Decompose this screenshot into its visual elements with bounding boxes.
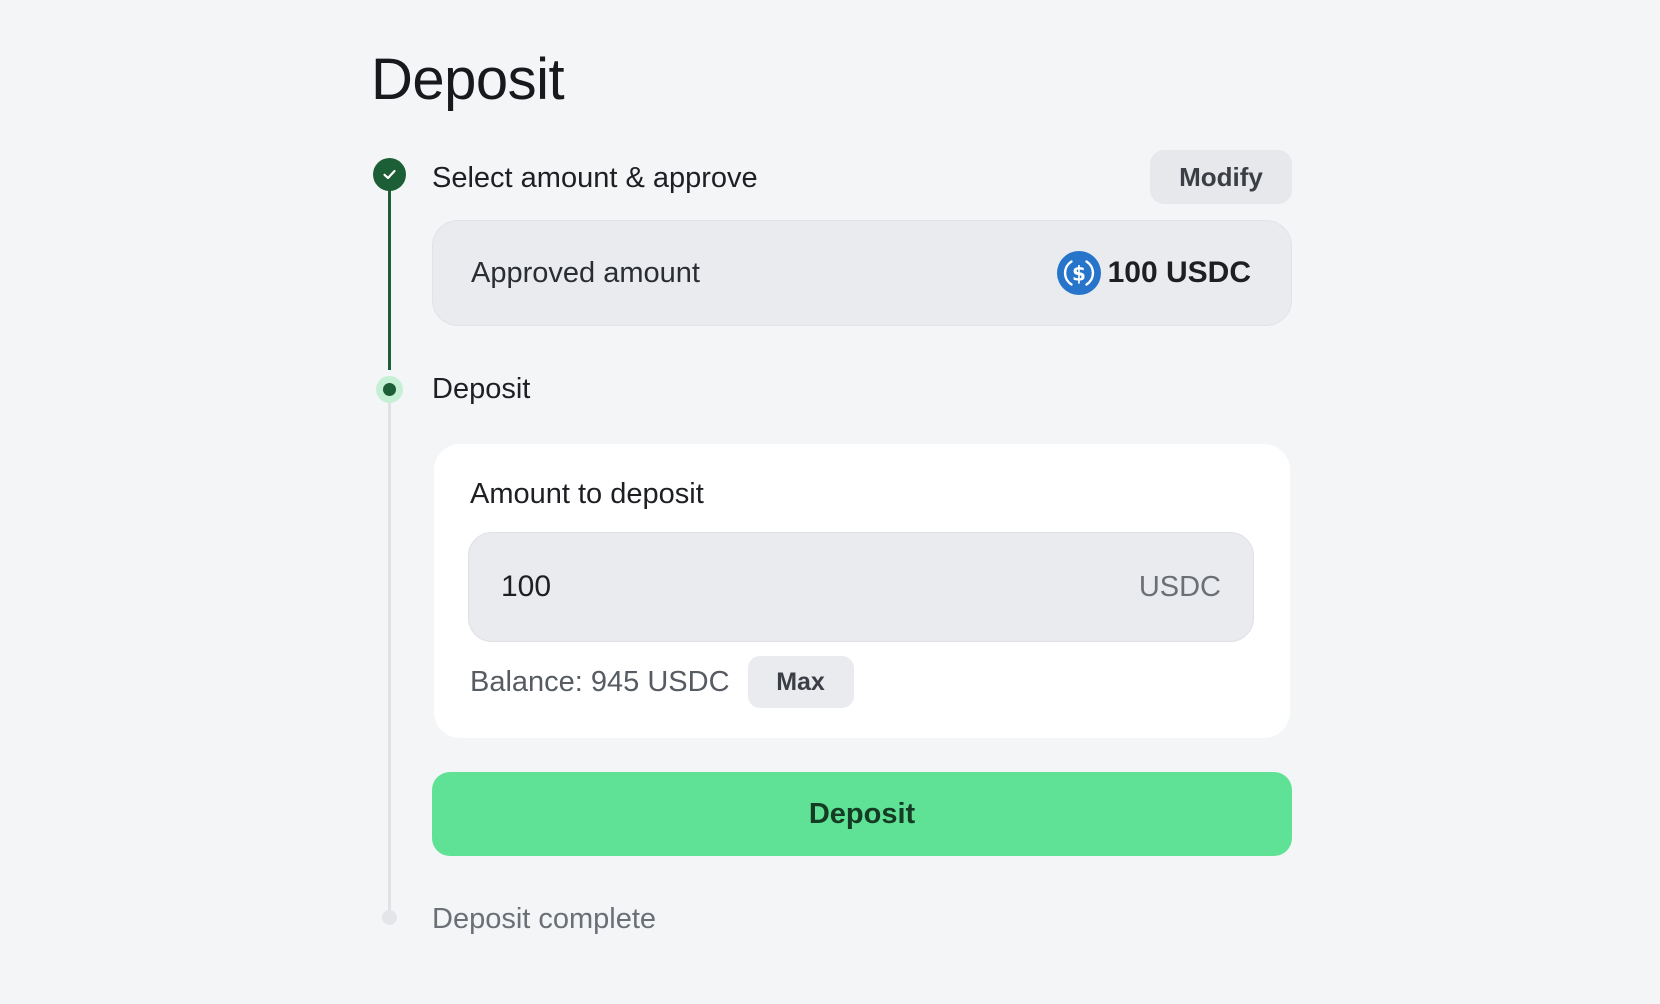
modify-button[interactable]: Modify: [1150, 150, 1292, 204]
checkmark-icon: [383, 169, 396, 180]
usdc-coin-icon: $: [1056, 251, 1101, 295]
step-active-indicator-icon: [376, 376, 403, 403]
balance-text: Balance: 945 USDC: [470, 665, 730, 698]
timeline-connector-complete: [388, 190, 391, 370]
deposit-form-card: Amount to deposit USDC Balance: 945 USDC…: [434, 444, 1290, 738]
svg-text:$: $: [1072, 262, 1086, 286]
step-active-dot: [383, 383, 396, 396]
step-deposit-complete-label: Deposit complete: [432, 903, 657, 935]
deposit-page: Deposit Select amount & approve Modify A…: [0, 0, 1660, 1004]
balance-row: Balance: 945 USDC Max: [470, 656, 854, 708]
step-pending-indicator-icon: [382, 910, 397, 925]
amount-to-deposit-label: Amount to deposit: [470, 478, 704, 510]
approved-amount-value-group: $ 100 USDC: [1056, 250, 1251, 296]
amount-input[interactable]: [501, 570, 1139, 604]
step-select-amount-label: Select amount & approve: [432, 162, 758, 194]
amount-unit-label: USDC: [1138, 570, 1221, 603]
step-deposit-label: Deposit: [432, 373, 531, 405]
approved-amount-card: Approved amount $ 100 USDC: [432, 220, 1292, 326]
deposit-button[interactable]: Deposit: [432, 772, 1292, 856]
page-title: Deposit: [371, 47, 565, 112]
approved-amount-value: 100 USDC: [1107, 256, 1251, 289]
max-button[interactable]: Max: [747, 656, 854, 708]
approved-amount-label: Approved amount: [471, 256, 700, 289]
step-complete-check-icon: [373, 158, 406, 191]
timeline-connector-pending: [388, 398, 391, 918]
amount-field[interactable]: USDC: [468, 532, 1254, 642]
